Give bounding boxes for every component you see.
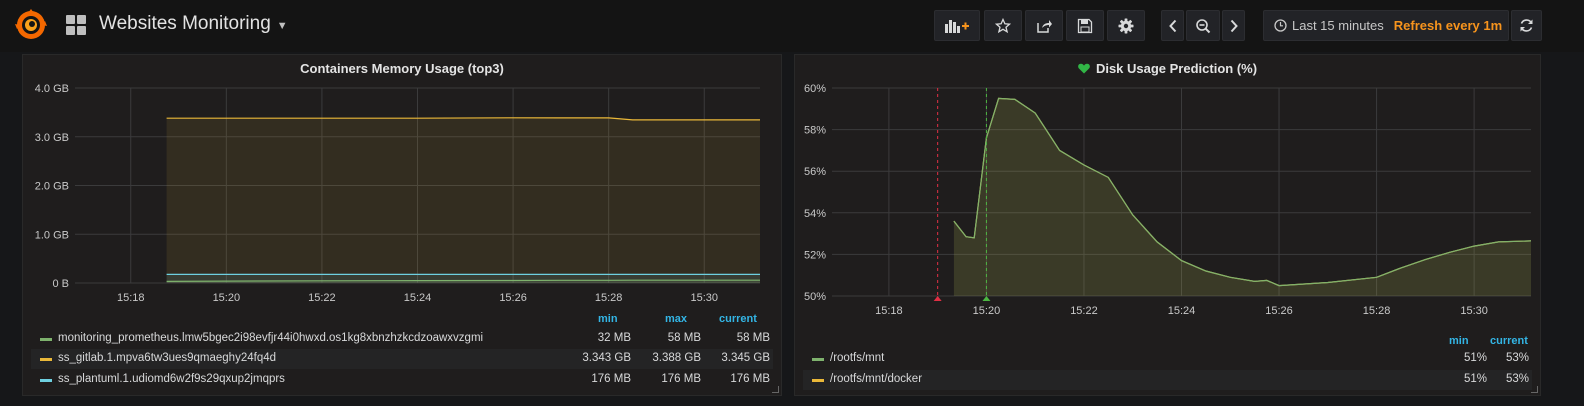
legend-header-current[interactable]: current	[1490, 335, 1528, 347]
series-min: 51%	[1463, 352, 1487, 364]
disk-usage-panel: Disk Usage Prediction (%) 50% 52% 54% 56% 58…	[794, 54, 1541, 396]
series-color-swatch[interactable]	[40, 338, 52, 341]
time-shift-back-button[interactable]	[1161, 10, 1184, 41]
series-min: 32 MB	[597, 332, 631, 344]
series-name[interactable]: /rootfs/mnt/docker	[830, 373, 922, 385]
legend-row[interactable]: ss_plantuml.1.udiomd6w2f9s29qxup2jmqprs …	[31, 370, 773, 390]
x-tick-label: 15:30	[690, 292, 718, 301]
series-min: 176 MB	[591, 373, 631, 385]
y-tick-label: 50%	[804, 291, 826, 303]
series-name[interactable]: ss_plantuml.1.udiomd6w2f9s29qxup2jmqprs	[58, 373, 285, 385]
grafana-logo-icon[interactable]	[14, 8, 48, 42]
x-tick-label: 15:26	[1265, 305, 1293, 317]
x-tick-label: 15:28	[595, 292, 623, 301]
time-range-picker[interactable]: Last 15 minutes Refresh every 1m	[1263, 10, 1509, 41]
disk-usage-chart[interactable]: 50% 52% 54% 56% 58% 60% 15:18 15:20 15:22 15:24 15…	[795, 55, 1542, 323]
y-tick-label: 4.0 GB	[35, 83, 69, 95]
x-tick-label: 15:22	[1070, 305, 1098, 317]
clock-icon	[1274, 19, 1287, 32]
zoom-out-icon	[1196, 18, 1211, 33]
x-tick-label: 15:24	[1168, 305, 1196, 317]
panel-resize-handle[interactable]	[1531, 386, 1538, 393]
x-tick-label: 15:20	[973, 305, 1001, 317]
legend-row[interactable]: /rootfs/mnt 51% 53%	[803, 349, 1532, 369]
share-icon	[1036, 19, 1052, 33]
legend-row[interactable]: /rootfs/mnt/docker 51% 53%	[803, 370, 1532, 390]
y-tick-label: 2.0 GB	[35, 181, 69, 193]
refresh-interval-label: Refresh every 1m	[1393, 18, 1503, 33]
memory-usage-panel: Containers Memory Usage (top3) 0 B 1.0 GB…	[22, 54, 782, 396]
series-area	[166, 117, 761, 283]
series-color-swatch[interactable]	[40, 379, 52, 382]
series-area	[953, 98, 1531, 297]
y-tick-label: 52%	[804, 249, 826, 261]
chevron-left-icon	[1168, 19, 1176, 32]
series-current: 58 MB	[736, 332, 770, 344]
series-name[interactable]: monitoring_prometheus.lmw5bgec2i98evfjr4…	[58, 332, 483, 344]
series-color-swatch[interactable]	[812, 379, 824, 382]
series-min: 3.343 GB	[582, 352, 631, 364]
dashboards-grid-icon[interactable]	[66, 15, 87, 36]
dashboard-title-picker[interactable]: Websites Monitoring ▼	[99, 13, 288, 35]
y-tick-label: 3.0 GB	[35, 132, 69, 144]
save-dashboard-button[interactable]	[1066, 10, 1104, 41]
y-tick-label: 56%	[804, 166, 826, 178]
x-tick-label: 15:22	[308, 292, 336, 301]
zoom-out-button[interactable]	[1186, 10, 1220, 41]
x-tick-label: 15:26	[499, 292, 527, 301]
memory-usage-chart[interactable]: 0 B 1.0 GB 2.0 GB 3.0 GB 4.0 GB 15:18 15:20 15:…	[23, 55, 783, 301]
y-tick-label: 58%	[804, 125, 826, 137]
series-min: 51%	[1463, 373, 1487, 385]
annotation-marker-icon	[982, 296, 991, 301]
x-tick-label: 15:30	[1460, 305, 1488, 317]
refresh-icon	[1520, 19, 1533, 32]
star-dashboard-button[interactable]	[984, 10, 1022, 41]
chevron-down-icon: ▼	[276, 20, 288, 32]
x-tick-label: 15:18	[117, 292, 145, 301]
series-name[interactable]: /rootfs/mnt	[830, 352, 884, 364]
series-current: 176 MB	[730, 373, 770, 385]
series-color-swatch[interactable]	[40, 358, 52, 361]
time-shift-forward-button[interactable]	[1222, 10, 1245, 41]
x-tick-label: 15:18	[875, 305, 903, 317]
y-tick-label: 0 B	[52, 278, 69, 290]
share-dashboard-button[interactable]	[1025, 10, 1063, 41]
series-current: 53%	[1505, 373, 1529, 385]
add-panel-icon	[945, 19, 969, 33]
series-current: 3.345 GB	[721, 352, 770, 364]
x-tick-label: 15:28	[1363, 305, 1391, 317]
y-tick-label: 60%	[804, 83, 826, 95]
x-tick-label: 15:20	[213, 292, 241, 301]
star-icon	[995, 17, 1011, 33]
annotation-marker-icon	[933, 296, 942, 301]
series-max: 176 MB	[661, 373, 701, 385]
chevron-right-icon	[1230, 19, 1238, 32]
legend-header-min[interactable]: min	[598, 313, 618, 325]
legend-header-min[interactable]: min	[1449, 335, 1469, 347]
y-tick-label: 1.0 GB	[35, 229, 69, 241]
series-color-swatch[interactable]	[812, 358, 824, 361]
legend-header-current[interactable]: current	[719, 313, 757, 325]
dashboard-title: Websites Monitoring	[99, 13, 271, 34]
settings-button[interactable]	[1107, 10, 1145, 41]
legend-row[interactable]: ss_gitlab.1.mpva6tw3ues9qmaeghy24fq4d 3.…	[31, 349, 773, 369]
panel-resize-handle[interactable]	[772, 386, 779, 393]
save-icon	[1077, 18, 1093, 33]
series-max: 58 MB	[667, 332, 701, 344]
time-range-label: Last 15 minutes	[1292, 18, 1384, 33]
series-name[interactable]: ss_gitlab.1.mpva6tw3ues9qmaeghy24fq4d	[58, 352, 276, 364]
legend-row[interactable]: monitoring_prometheus.lmw5bgec2i98evfjr4…	[31, 329, 773, 349]
add-panel-button[interactable]	[934, 10, 980, 41]
y-tick-label: 54%	[804, 208, 826, 220]
series-max: 3.388 GB	[652, 352, 701, 364]
x-tick-label: 15:24	[404, 292, 432, 301]
gear-icon	[1118, 18, 1134, 33]
series-current: 53%	[1505, 352, 1529, 364]
refresh-button[interactable]	[1511, 10, 1542, 41]
legend-header-max[interactable]: max	[665, 313, 687, 325]
top-navbar: Websites Monitoring ▼ Last 15 minutes Re…	[0, 0, 1584, 52]
